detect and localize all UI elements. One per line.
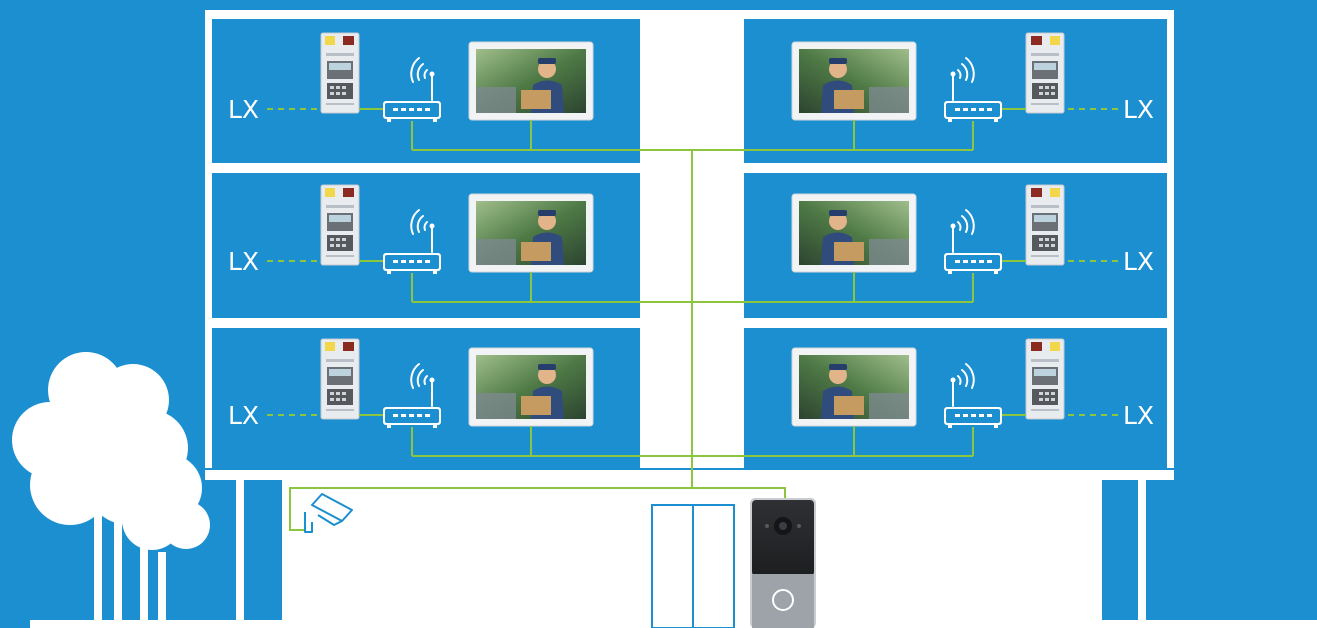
lx-label: LX bbox=[1123, 247, 1154, 276]
outdoor-door-station bbox=[750, 498, 816, 628]
unit-floor-1-right bbox=[692, 338, 1118, 457]
unit-floor-2-left bbox=[228, 185, 692, 302]
building-intercom-diagram: LX LX LX bbox=[12, 10, 1317, 628]
unit-floor-1-left bbox=[228, 339, 692, 456]
lx-label: LX bbox=[1123, 401, 1154, 430]
unit-floor-3-right bbox=[692, 32, 1118, 151]
unit-floor-2-right bbox=[692, 184, 1118, 303]
unit-floor-3-left bbox=[228, 33, 692, 150]
lx-label: LX bbox=[1123, 95, 1154, 124]
